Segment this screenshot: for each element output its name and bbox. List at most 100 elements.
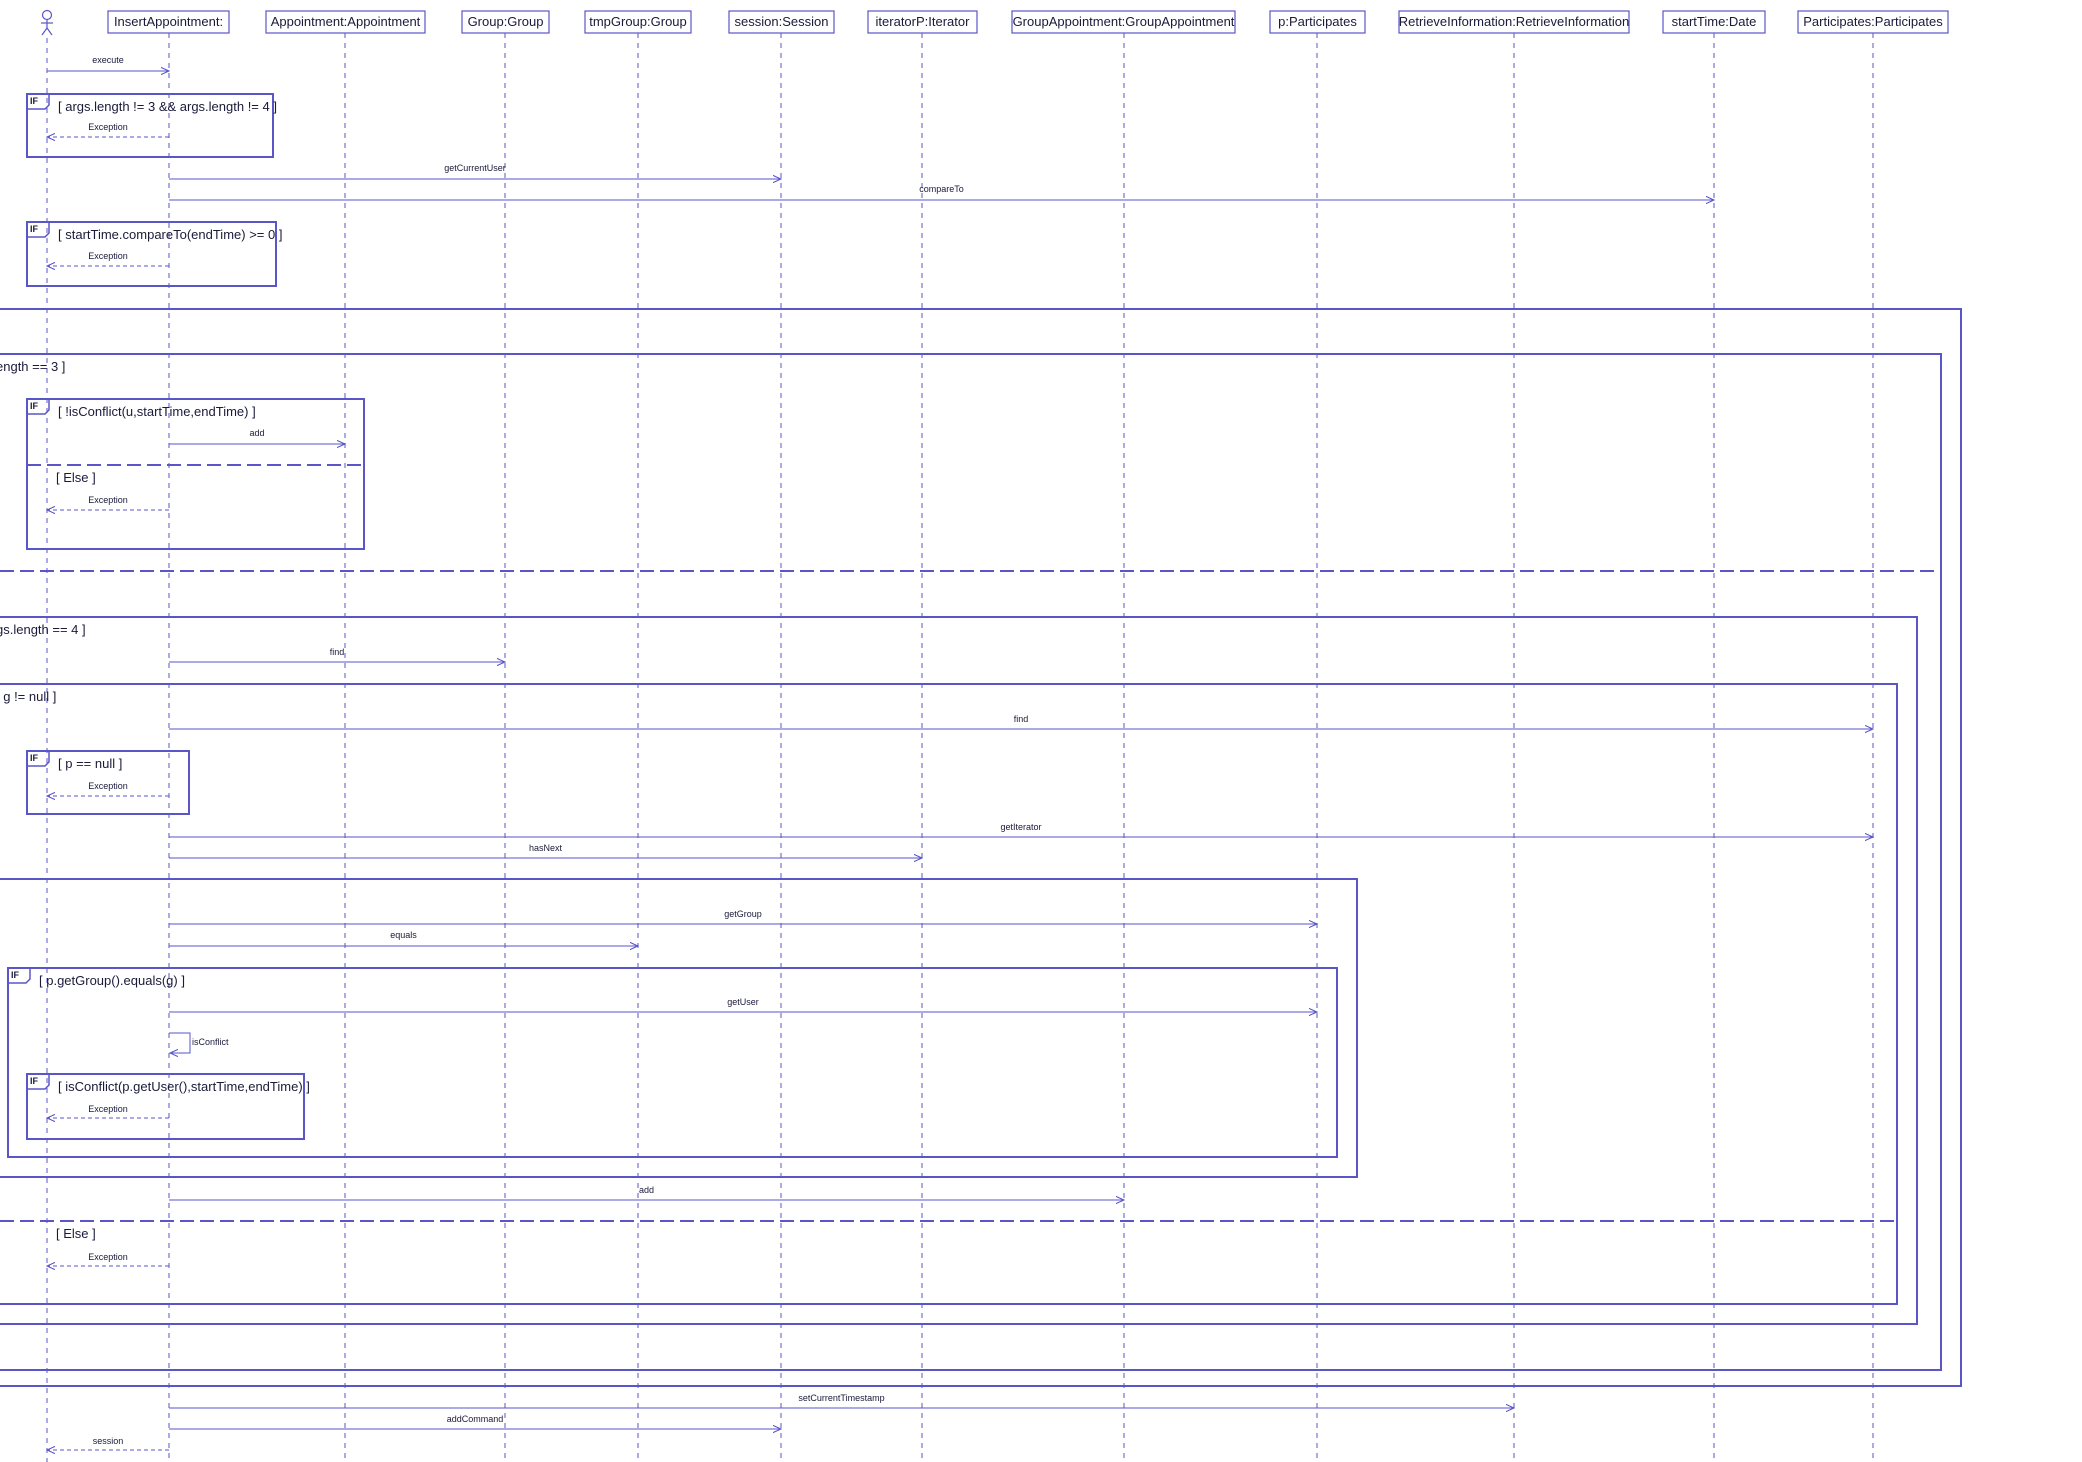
message-label: isConflict <box>192 1037 229 1047</box>
participant-iterator[interactable]: iteratorP:Iterator <box>867 10 978 34</box>
message-session[interactable]: session <box>47 1436 169 1450</box>
message-exception-3[interactable]: Exception <box>47 495 169 510</box>
fragment-tag: IF <box>30 96 39 106</box>
fragment-if-compare: IF [ startTime.compareTo(endTime) >= 0 ] <box>26 221 282 287</box>
participant-p[interactable]: p:Participates <box>1269 10 1366 34</box>
message-getcurrentuser[interactable]: getCurrentUser <box>169 163 781 179</box>
participant-insert[interactable]: InsertAppointment: <box>107 10 230 34</box>
message-exception-6[interactable]: Exception <box>47 1252 169 1266</box>
message-label: getIterator <box>1000 822 1041 832</box>
fragment-if-getgroup: IF [ p.getGroup().equals(g) ] <box>7 967 1338 1158</box>
fragment-frame <box>0 353 1942 1371</box>
message-label: equals <box>390 930 417 940</box>
fragment-tag: IF <box>30 224 39 234</box>
message-label: Exception <box>88 495 128 505</box>
message-exception-2[interactable]: Exception <box>47 251 169 266</box>
message-getuser[interactable]: getUser <box>169 997 1317 1012</box>
message-add-1[interactable]: add <box>169 428 345 444</box>
participant-label: InsertAppointment: <box>114 14 223 29</box>
fragment-if-g: [ g != null ] <box>0 683 1898 1305</box>
participant-label: tmpGroup:Group <box>589 14 687 29</box>
message-label: Exception <box>88 122 128 132</box>
participant-heads: InsertAppointment: Appointment:Appointmen… <box>41 9 1949 36</box>
message-label: hasNext <box>529 843 563 853</box>
message-execute[interactable]: execute <box>47 55 169 71</box>
messages: execute Exception getCurrentUser compareTo E… <box>47 55 1873 1450</box>
participant-label: startTime:Date <box>1672 14 1757 29</box>
message-label: Exception <box>88 251 128 261</box>
message-label: getCurrentUser <box>444 163 506 173</box>
message-exception-5[interactable]: Exception <box>47 1104 169 1118</box>
participant-label: Participates:Participates <box>1803 14 1943 29</box>
message-label: add <box>249 428 264 438</box>
message-label: find <box>1014 714 1029 724</box>
participant-session[interactable]: session:Session <box>728 10 835 34</box>
message-label: getUser <box>727 997 759 1007</box>
message-label: Exception <box>88 781 128 791</box>
message-addcommand[interactable]: addCommand <box>169 1414 781 1429</box>
message-find-1[interactable]: find <box>169 647 505 662</box>
message-exception-1[interactable]: Exception <box>47 122 169 137</box>
message-setcurrenttimestamp[interactable]: setCurrentTimestamp <box>169 1393 1514 1408</box>
fragment-guard: [ g != null ] <box>0 689 56 704</box>
fragment-guard: [ p.getGroup().equals(g) ] <box>39 973 185 988</box>
fragment-alt-outer <box>0 308 1962 1387</box>
message-compareto[interactable]: compareTo <box>169 184 1714 200</box>
fragment-guard: [ startTime.compareTo(endTime) >= 0 ] <box>58 227 282 242</box>
fragment-tag: IF <box>30 401 39 411</box>
participant-label: p:Participates <box>1278 14 1357 29</box>
fragment-guard: [ isConflict(p.getUser(),startTime,endTi… <box>58 1079 310 1094</box>
fragment-tag: IF <box>11 970 20 980</box>
message-label: getGroup <box>724 909 762 919</box>
fragment-if-args: IF [ args.length != 3 && args.length != 4… <box>26 93 277 158</box>
participant-label: Appointment:Appointment <box>271 14 421 29</box>
message-label: setCurrentTimestamp <box>798 1393 884 1403</box>
participant-label: iteratorP:Iterator <box>876 14 971 29</box>
fragment-tag: IF <box>30 1076 39 1086</box>
participant-starttime[interactable]: startTime:Date <box>1662 10 1766 34</box>
else-label-g: [ Else ] <box>56 1226 96 1241</box>
participant-participates[interactable]: Participates:Participates <box>1797 10 1949 34</box>
fragment-guard: [ p == null ] <box>58 756 122 771</box>
message-label: add <box>639 1185 654 1195</box>
fragment-if-isconflict: IF [ isConflict(p.getUser(),startTime,end… <box>26 1073 310 1140</box>
message-getgroup[interactable]: getGroup <box>169 909 1317 924</box>
lifelines <box>46 33 1874 1462</box>
participant-group[interactable]: Group:Group <box>461 10 550 34</box>
message-equals[interactable]: equals <box>169 930 638 946</box>
fragment-guard: gs.length == 4 ] <box>0 622 86 637</box>
participant-groupappointment[interactable]: GroupAppointment:GroupAppointment <box>1011 10 1236 34</box>
participant-label: Group:Group <box>468 14 544 29</box>
message-label: find <box>330 647 345 657</box>
fragment-guard: [ !isConflict(u,startTime,endTime) ] <box>58 404 256 419</box>
fragment-frame <box>0 308 1962 1387</box>
participant-retrieve[interactable]: RetrieveInformation:RetrieveInformation <box>1398 10 1630 34</box>
sequence-diagram: IF [ args.length != 3 && args.length != 4… <box>0 9 1962 1462</box>
fragment-guard: [ args.length != 3 && args.length != 4 ] <box>58 99 277 114</box>
fragment-tag: IF <box>30 753 39 763</box>
message-getiterator[interactable]: getIterator <box>169 822 1873 837</box>
message-label: addCommand <box>447 1414 504 1424</box>
fragment-guard: ength == 3 ] <box>0 359 65 374</box>
participant-tmpgroup[interactable]: tmpGroup:Group <box>584 10 692 34</box>
message-label: execute <box>92 55 124 65</box>
message-label: Exception <box>88 1104 128 1114</box>
fragment-frame <box>0 683 1898 1305</box>
message-add-2[interactable]: add <box>169 1185 1124 1200</box>
else-label-conflict: [ Else ] <box>56 470 96 485</box>
message-isconflict[interactable]: isConflict <box>169 1032 229 1053</box>
participant-label: session:Session <box>735 14 829 29</box>
message-arrow <box>169 1032 191 1053</box>
participant-label: GroupAppointment:GroupAppointment <box>1013 14 1235 29</box>
fragment-frame <box>0 616 1918 1325</box>
fragment-frame <box>7 967 1338 1158</box>
participant-label: RetrieveInformation:RetrieveInformation <box>1399 14 1630 29</box>
fragment-alt-len4: gs.length == 4 ] <box>0 616 1918 1325</box>
fragment-alt-len3: ength == 3 ] <box>0 353 1942 1371</box>
message-hasnext[interactable]: hasNext <box>169 843 922 858</box>
message-label: session <box>93 1436 124 1446</box>
message-exception-4[interactable]: Exception <box>47 781 169 796</box>
participant-appointment[interactable]: Appointment:Appointment <box>265 10 426 34</box>
actor-icon[interactable] <box>41 9 53 36</box>
message-find-2[interactable]: find <box>169 714 1873 729</box>
